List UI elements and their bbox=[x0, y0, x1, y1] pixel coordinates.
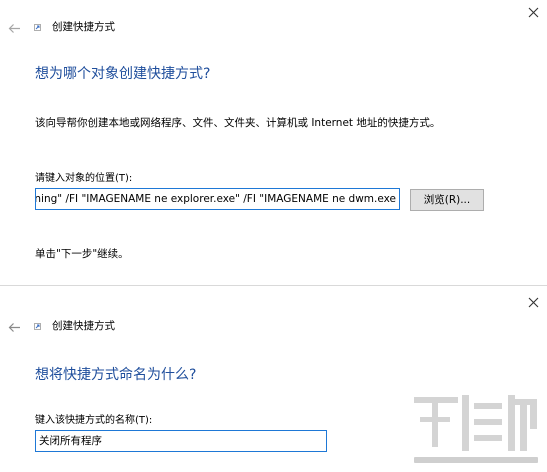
page-heading: 想为哪个对象创建快捷方式? bbox=[35, 66, 211, 82]
wizard-description: 该向导帮你创建本地或网络程序、文件、文件夹、计算机或 Internet 地址的快… bbox=[35, 117, 441, 129]
title-bar: 创建快捷方式 bbox=[0, 319, 547, 343]
back-arrow-icon bbox=[8, 322, 20, 332]
watermark-logo bbox=[412, 393, 540, 469]
title-bar: 创建快捷方式 bbox=[0, 20, 547, 44]
shortcut-name-label: 键入该快捷方式的名称(T): bbox=[35, 415, 153, 426]
dialog-title: 创建快捷方式 bbox=[52, 320, 115, 332]
shortcut-icon bbox=[34, 323, 41, 330]
location-input-value: -im igfxEM.exe /FI "STATUS eq running" /… bbox=[35, 193, 396, 205]
back-arrow-icon bbox=[8, 23, 20, 33]
shortcut-icon bbox=[34, 24, 41, 31]
close-icon bbox=[528, 7, 538, 17]
close-button[interactable] bbox=[519, 290, 547, 314]
location-input[interactable]: -im igfxEM.exe /FI "STATUS eq running" /… bbox=[35, 188, 400, 210]
dialog-title: 创建快捷方式 bbox=[52, 21, 115, 33]
browse-button[interactable]: 浏览(R)... bbox=[410, 189, 484, 211]
page-heading: 想将快捷方式命名为什么? bbox=[35, 367, 197, 383]
shortcut-name-value: 关闭所有程序 bbox=[39, 435, 102, 447]
back-button[interactable] bbox=[6, 20, 22, 36]
shortcut-name-input[interactable]: 关闭所有程序 bbox=[35, 430, 327, 452]
close-icon bbox=[528, 297, 538, 307]
back-button[interactable] bbox=[6, 319, 22, 335]
location-label: 请键入对象的位置(T): bbox=[35, 173, 133, 184]
next-hint: 单击"下一步"继续。 bbox=[35, 248, 129, 260]
create-shortcut-dialog-location: 创建快捷方式 想为哪个对象创建快捷方式? 该向导帮你创建本地或网络程序、文件、文… bbox=[0, 0, 547, 286]
